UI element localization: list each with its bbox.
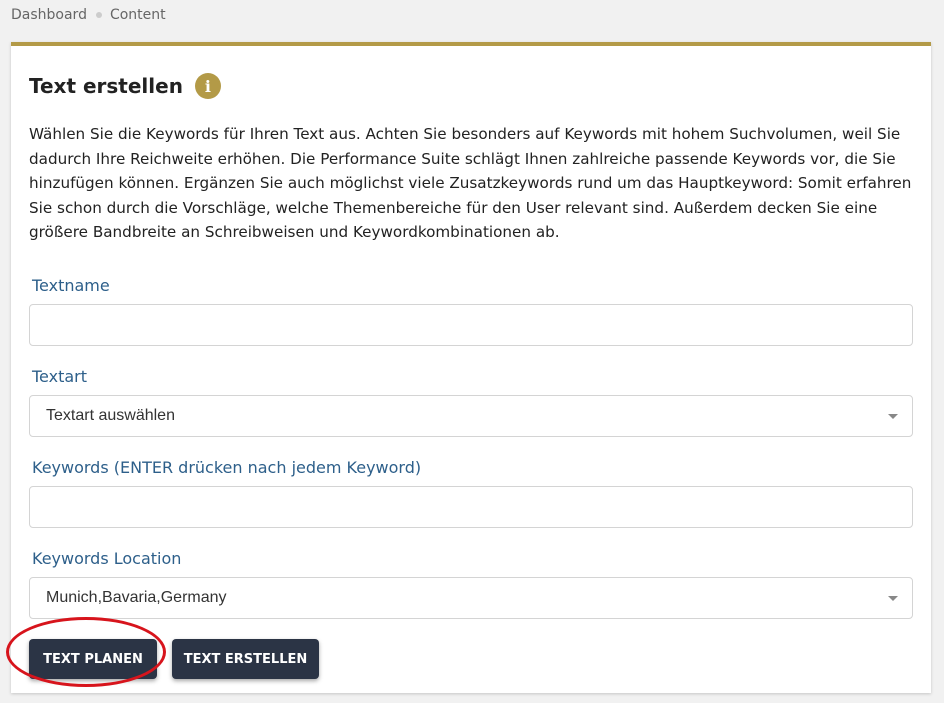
location-selected-value: Munich,Bavaria,Germany: [46, 589, 227, 606]
textname-input[interactable]: [29, 304, 913, 346]
description-text: Wählen Sie die Keywords für Ihren Text a…: [29, 125, 912, 242]
keywords-location-select[interactable]: Munich,Bavaria,Germany: [29, 577, 913, 619]
breadcrumb-content-link[interactable]: Content: [110, 7, 166, 23]
page-title: Text erstellen: [29, 74, 183, 98]
keywords-input[interactable]: [29, 486, 913, 528]
breadcrumb-dashboard-link[interactable]: Dashboard: [11, 7, 87, 23]
text-planen-button[interactable]: TEXT PLANEN: [29, 639, 157, 679]
textart-label: Textart: [32, 367, 88, 386]
chevron-down-icon: [888, 414, 898, 419]
keywords-label: Keywords (ENTER drücken nach jedem Keywo…: [32, 458, 422, 477]
text-erstellen-button[interactable]: TEXT ERSTELLEN: [172, 639, 319, 679]
card-header: Text erstellen i: [29, 73, 221, 99]
breadcrumb-separator: [95, 12, 102, 18]
info-icon[interactable]: i: [194, 73, 221, 99]
textart-selected-value: Textart auswählen: [46, 407, 175, 424]
chevron-down-icon: [888, 596, 898, 601]
breadcrumb: Dashboard Content: [11, 7, 166, 23]
text-create-card: Text erstellen i Wählen Sie die Keywords…: [11, 42, 931, 693]
keywords-location-label: Keywords Location: [32, 549, 182, 568]
textart-select[interactable]: Textart auswählen: [29, 395, 913, 437]
textname-label: Textname: [32, 276, 110, 295]
